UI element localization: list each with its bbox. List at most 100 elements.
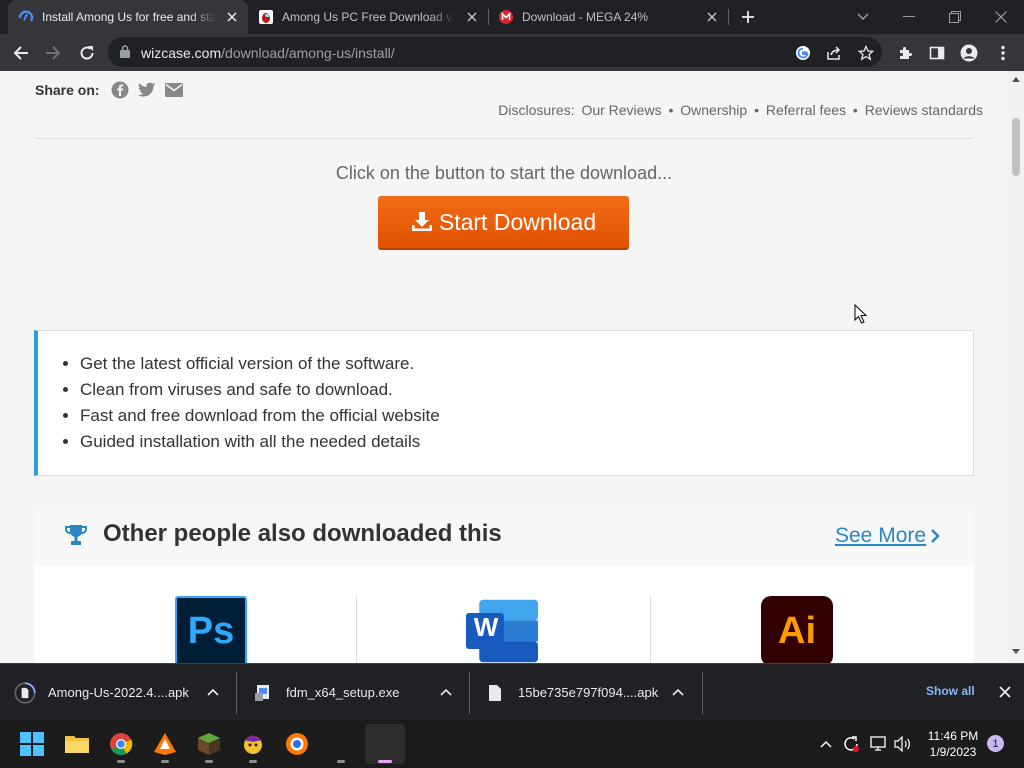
- new-tab-button[interactable]: [736, 5, 760, 29]
- email-icon[interactable]: [164, 81, 183, 99]
- scrollbar-thumb[interactable]: [1012, 118, 1020, 176]
- illustrator-icon[interactable]: Ai: [761, 596, 833, 663]
- link-our-reviews[interactable]: Our Reviews: [581, 102, 661, 118]
- divider: [35, 138, 973, 139]
- download-filename: Among-Us-2022.4....apk: [48, 685, 189, 700]
- start-button[interactable]: [12, 724, 52, 764]
- back-button[interactable]: [6, 38, 36, 68]
- running-indicator: [249, 760, 257, 763]
- close-tab-icon[interactable]: [464, 9, 480, 25]
- avast-browser-icon[interactable]: [277, 724, 317, 764]
- download-item[interactable]: fdm_x64_setup.exe: [252, 664, 468, 721]
- app-abbr: Ai: [778, 609, 816, 652]
- chevron-up-icon[interactable]: [671, 685, 685, 699]
- forward-button[interactable]: [38, 38, 68, 68]
- close-tab-icon[interactable]: [704, 9, 720, 25]
- link-referral-fees[interactable]: Referral fees: [766, 102, 846, 118]
- tab-divider: [728, 9, 729, 25]
- bookmark-star-icon[interactable]: [855, 42, 877, 64]
- google-lens-icon[interactable]: [792, 42, 814, 64]
- separator-dot: •: [852, 102, 858, 118]
- chrome-menu-icon[interactable]: [988, 38, 1018, 68]
- close-shelf-icon[interactable]: [998, 685, 1012, 699]
- taskbar-app-slot[interactable]: [321, 724, 361, 764]
- mouse-cursor-icon: [854, 303, 868, 329]
- twitter-icon[interactable]: [137, 81, 156, 99]
- tab-title: Among Us PC Free Download v2022: [282, 10, 456, 24]
- link-reviews-standards[interactable]: Reviews standards: [865, 102, 983, 118]
- web-page: Share on: Disclosures: Our Reviews • Own…: [0, 71, 1008, 663]
- system-clock[interactable]: 11:46 PM 1/9/2023: [918, 728, 988, 760]
- trophy-icon: [64, 523, 88, 552]
- game-character-icon[interactable]: [233, 724, 273, 764]
- word-icon[interactable]: W: [466, 596, 538, 663]
- taskbar-app-active[interactable]: [365, 724, 405, 764]
- download-filename: 15be735e797f094....apk: [518, 685, 659, 700]
- tab-title: Download - MEGA 24%: [522, 10, 649, 24]
- restore-button[interactable]: [932, 0, 978, 34]
- divider: [702, 672, 703, 714]
- feature-item: Fast and free download from the official…: [80, 403, 973, 429]
- see-more-label: See More: [835, 524, 927, 547]
- chevron-up-icon[interactable]: [439, 685, 453, 699]
- address-bar[interactable]: wizcase.com/download/among-us/install/: [108, 37, 882, 67]
- among-us-icon: [258, 9, 274, 25]
- divider: [650, 596, 651, 663]
- features-box: Get the latest official version of the s…: [34, 330, 974, 476]
- volume-icon[interactable]: [893, 734, 913, 754]
- close-tab-icon[interactable]: [224, 9, 240, 25]
- download-item[interactable]: Among-Us-2022.4....apk: [14, 664, 234, 721]
- share-bar: Share on:: [35, 81, 183, 99]
- reload-button[interactable]: [72, 38, 102, 68]
- share-icon[interactable]: [823, 42, 845, 64]
- show-all-downloads-link[interactable]: Show all: [926, 684, 975, 698]
- download-item[interactable]: 15be735e797f094....apk: [484, 664, 700, 721]
- exe-file-icon: [252, 682, 274, 704]
- photoshop-icon[interactable]: Ps: [175, 596, 247, 663]
- file-icon: [484, 682, 506, 704]
- file-explorer-icon[interactable]: [57, 724, 97, 764]
- minecraft-icon[interactable]: [189, 724, 229, 764]
- clock-date: 1/9/2023: [929, 745, 977, 759]
- close-window-button[interactable]: [978, 0, 1024, 34]
- url-text: wizcase.com/download/among-us/install/: [141, 45, 395, 61]
- avast-icon[interactable]: [145, 724, 185, 764]
- chrome-icon[interactable]: [101, 724, 141, 764]
- chevron-up-icon[interactable]: [816, 734, 836, 754]
- page-scrollbar[interactable]: [1008, 71, 1024, 663]
- also-downloaded-section: Other people also downloaded this See Mo…: [34, 506, 974, 663]
- divider: [469, 672, 470, 714]
- minimize-button[interactable]: [886, 0, 932, 34]
- tab-search-icon[interactable]: [840, 0, 886, 34]
- facebook-icon[interactable]: [111, 81, 129, 99]
- browser-toolbar: wizcase.com/download/among-us/install/: [0, 34, 1024, 71]
- tab-strip: Install Among Us for free and start Amon…: [0, 0, 1024, 34]
- running-indicator: [337, 760, 345, 763]
- notification-badge[interactable]: 1: [987, 735, 1004, 752]
- section-heading: Other people also downloaded this: [103, 520, 502, 547]
- running-indicator: [161, 760, 169, 763]
- disclosures-label: Disclosures:: [498, 102, 575, 118]
- url-host: wizcase.com: [141, 45, 222, 61]
- tab-among-us-pc[interactable]: Among Us PC Free Download v2022: [248, 0, 488, 34]
- sync-icon[interactable]: [841, 734, 861, 754]
- feature-item: Clean from viruses and safe to download.: [80, 377, 973, 403]
- chevron-up-icon[interactable]: [206, 685, 220, 699]
- windows-taskbar: 11:46 PM 1/9/2023 1: [0, 720, 1024, 768]
- mega-icon: [498, 9, 514, 25]
- extensions-icon[interactable]: [890, 38, 920, 68]
- tab-install-among-us[interactable]: Install Among Us for free and start: [8, 0, 248, 34]
- running-indicator: [378, 760, 392, 763]
- scroll-down-icon[interactable]: [1012, 649, 1020, 655]
- app-abbr: Ps: [187, 609, 235, 652]
- start-download-button[interactable]: Start Download: [378, 196, 629, 250]
- tab-mega[interactable]: Download - MEGA 24%: [488, 0, 728, 34]
- scroll-up-icon[interactable]: [1012, 76, 1020, 82]
- download-icon: [411, 212, 432, 231]
- lock-icon[interactable]: [120, 45, 130, 63]
- side-panel-icon[interactable]: [922, 38, 952, 68]
- see-more-link[interactable]: See More: [835, 524, 940, 548]
- profile-avatar-icon[interactable]: [954, 38, 984, 68]
- link-ownership[interactable]: Ownership: [680, 102, 747, 118]
- display-icon[interactable]: [869, 734, 889, 754]
